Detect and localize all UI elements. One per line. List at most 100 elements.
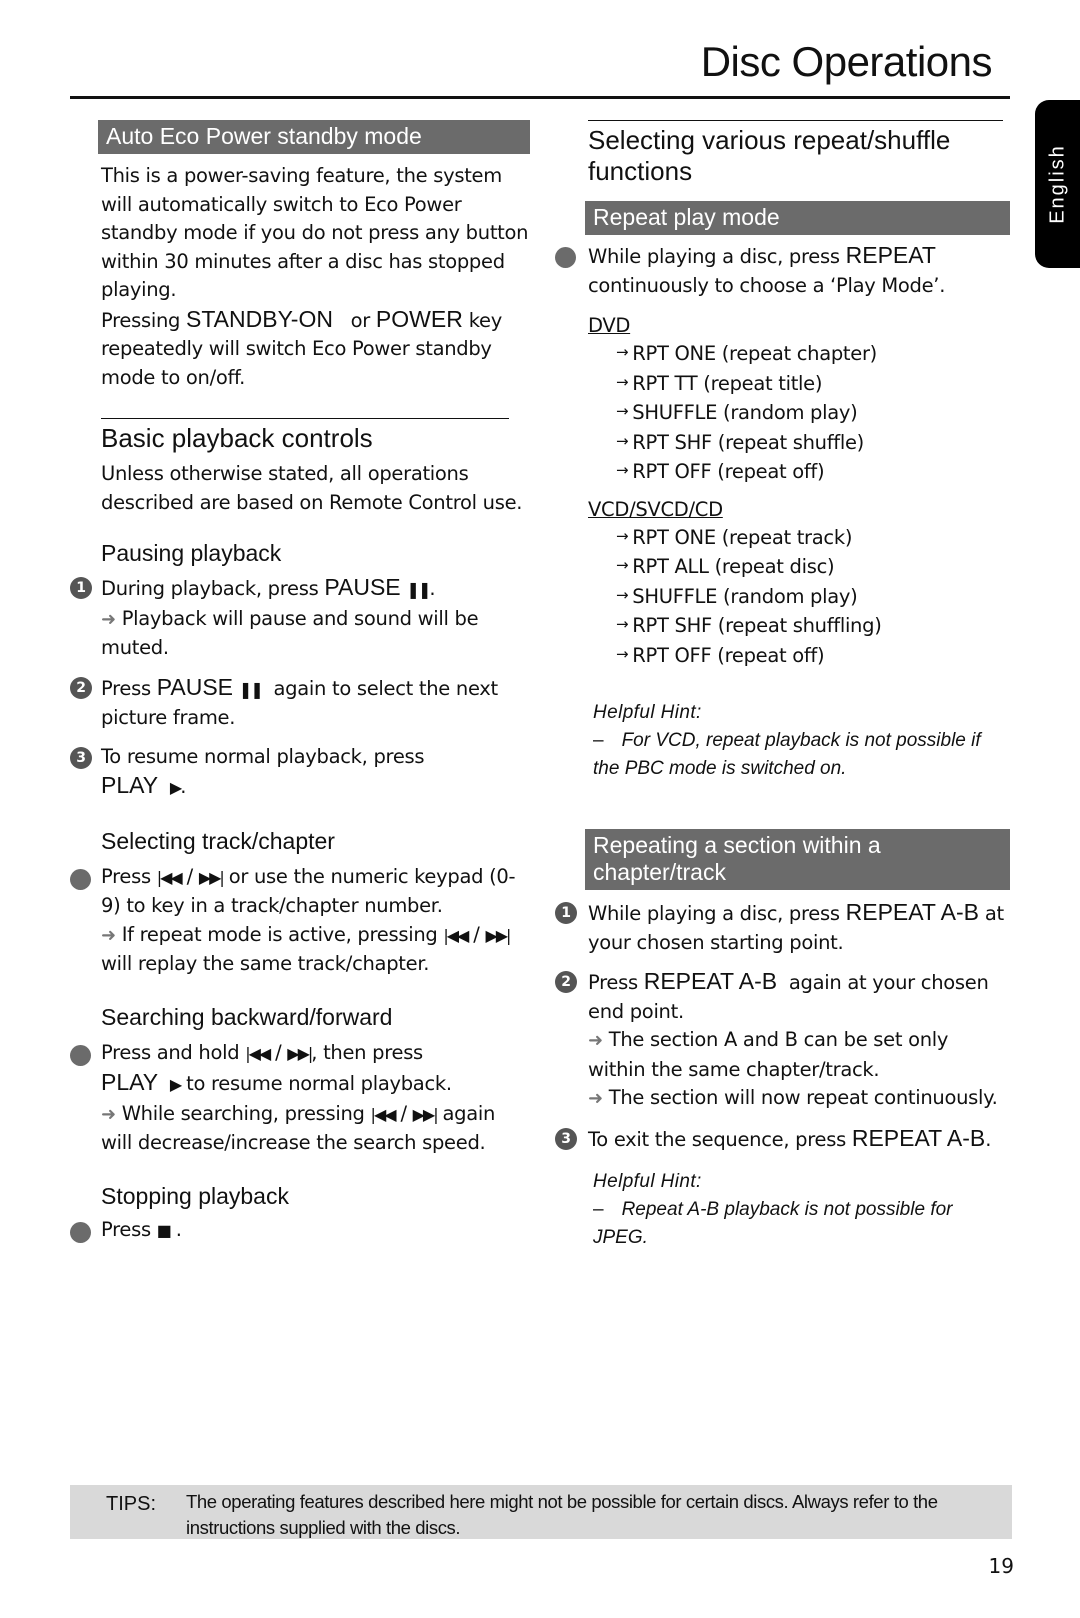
standby-on-key: STANDBY-ON xyxy=(185,305,333,332)
pause-icon: ❚❚ xyxy=(406,580,432,599)
text: To resume normal playback, press xyxy=(101,744,425,768)
text: To exit the sequence, press xyxy=(588,1127,852,1151)
page-title: Disc Operations xyxy=(700,38,993,85)
text: RPT ONE (repeat track) xyxy=(632,525,853,549)
arrow-icon: → xyxy=(616,343,629,361)
hint-text: – Repeat A-B playback is not possible for… xyxy=(593,1196,993,1252)
result-text: Playback will pause and sound will be mu… xyxy=(101,606,479,660)
hint-title: Helpful Hint: xyxy=(593,1171,702,1192)
mode-item: → SHUFFLE (random play) xyxy=(616,399,1010,429)
repeat-ab-key: REPEAT A-B xyxy=(845,899,979,925)
stopping-item: Press ■ . xyxy=(70,1216,530,1246)
helpful-hint-1: Helpful Hint: – For VCD, repeat playback … xyxy=(555,699,993,783)
play-key: PLAY xyxy=(101,772,159,798)
bullet-icon xyxy=(70,1044,91,1066)
repeat-item: While playing a disc, press REPEAT conti… xyxy=(555,241,1010,300)
arrow-icon: → xyxy=(616,526,629,545)
text: RPT SHF (repeat shuffle) xyxy=(632,430,864,454)
arrow-icon: → xyxy=(616,461,629,479)
text: RPT ALL (repeat disc) xyxy=(632,555,835,578)
text: While playing a disc, press xyxy=(588,902,846,925)
text: SHUFFLE (random play) xyxy=(632,584,858,608)
text: . xyxy=(175,1217,182,1241)
mode-item: → RPT TT (repeat title) xyxy=(616,370,1010,400)
tips-text: The operating features described here mi… xyxy=(186,1491,938,1538)
tips-label: TIPS: xyxy=(106,1493,157,1515)
repeat-key: REPEAT xyxy=(845,242,936,268)
result-arrow-icon: ➜ xyxy=(101,608,116,630)
step-number-2-icon: 2 xyxy=(555,971,577,993)
mode-item: → RPT OFF (repeat off) xyxy=(616,642,1010,672)
arrow-icon: → xyxy=(616,402,629,420)
text: , then press xyxy=(311,1040,423,1064)
repeat-ab-key: REPEAT A-B xyxy=(851,1124,986,1151)
text: continuously to choose a ‘Play Mode’. xyxy=(588,273,946,297)
step-number-1-icon: 1 xyxy=(555,902,577,924)
next-icon: ▶▶| xyxy=(412,1104,439,1124)
result-arrow-icon: ➜ xyxy=(588,1088,603,1109)
dvd-mode-list: → RPT ONE (repeat chapter) → RPT TT (repea… xyxy=(588,340,1010,488)
eco-power-description: This is a power-saving feature, the syst… xyxy=(70,162,530,392)
title-rule xyxy=(70,96,1010,99)
tips-box: TIPS: The operating features described h… xyxy=(70,1485,1012,1539)
stop-icon: ■ xyxy=(156,1220,172,1240)
basic-playback-intro: Unless otherwise stated, all operations … xyxy=(101,462,523,514)
text: While searching, pressing xyxy=(121,1101,371,1125)
next-icon: ▶▶| xyxy=(485,925,511,945)
pause-icon: ❚❚ xyxy=(238,679,264,699)
subheading-stopping: Stopping playback xyxy=(101,1182,289,1209)
language-tab: English xyxy=(1035,100,1080,268)
text: / xyxy=(467,922,486,946)
text: / xyxy=(394,1101,413,1125)
step-number-3-icon: 3 xyxy=(70,746,92,769)
text: . xyxy=(429,577,436,600)
bullet-icon xyxy=(555,247,576,268)
mode-item: → SHUFFLE (random play) xyxy=(616,583,1010,613)
arrow-icon: → xyxy=(616,556,629,574)
result-arrow-icon: ➜ xyxy=(588,1030,603,1051)
helpful-hint-2: Helpful Hint: – Repeat A-B playback is no… xyxy=(555,1168,993,1252)
previous-icon: |◀◀ xyxy=(370,1104,397,1124)
vcd-label: VCD/SVCD/CD xyxy=(588,497,723,521)
text: RPT OFF (repeat off) xyxy=(632,460,825,483)
text: Repeat A-B playback is not possible for … xyxy=(593,1199,953,1248)
ab-step-2: 2 Press REPEAT A-B again at your chosen … xyxy=(555,967,1010,1114)
step-number-3-icon: 3 xyxy=(555,1127,577,1150)
left-column: Auto Eco Power standby mode This is a po… xyxy=(70,120,530,1245)
mode-item: → RPT ALL (repeat disc) xyxy=(616,553,1010,583)
section-heading-basic-playback: Basic playback controls xyxy=(101,418,509,454)
ab-step-1: 1 While playing a disc, press REPEAT A-B… xyxy=(555,898,1010,957)
text: to resume normal playback. xyxy=(180,1072,452,1095)
subheading-searching: Searching backward/forward xyxy=(101,1003,393,1030)
arrow-icon: → xyxy=(616,644,629,663)
arrow-icon: → xyxy=(616,372,629,391)
hint-text: – For VCD, repeat playback is not possibl… xyxy=(593,727,993,783)
text: If repeat mode is active, pressing xyxy=(121,922,444,946)
play-key: PLAY xyxy=(101,1069,159,1095)
play-icon: ▶ xyxy=(169,778,182,797)
text: SHUFFLE (random play) xyxy=(632,401,858,424)
text: RPT ONE (repeat chapter) xyxy=(632,342,877,365)
subheading-pausing: Pausing playback xyxy=(101,540,282,566)
text: RPT SHF (repeat shuffling) xyxy=(632,614,882,637)
pausing-steps: 1 During playback, press PAUSE ❚❚. ➜ Pla… xyxy=(70,573,530,803)
mode-item: → RPT ONE (repeat track) xyxy=(616,524,1010,554)
result-text: The section A and B can be set only with… xyxy=(588,1028,949,1081)
text: Pressing xyxy=(101,308,186,332)
eco-para-1: This is a power-saving feature, the syst… xyxy=(101,164,529,301)
power-key: POWER xyxy=(375,305,463,332)
dvd-modes: DVD → RPT ONE (repeat chapter) → RPT TT (r… xyxy=(555,312,1010,671)
text: Press and hold xyxy=(101,1040,246,1064)
text: . xyxy=(180,775,187,798)
pausing-step-3: 3 To resume normal playback, press PLAY … xyxy=(70,743,530,803)
vcd-mode-list: → RPT ONE (repeat track) → RPT ALL (repeat… xyxy=(588,524,1010,672)
text: Press xyxy=(101,1217,157,1241)
text: / xyxy=(269,1040,288,1064)
text: RPT TT (repeat title) xyxy=(632,371,823,395)
text: Press xyxy=(588,971,644,994)
text: RPT OFF (repeat off) xyxy=(632,643,825,667)
text: / xyxy=(180,864,199,888)
text: or xyxy=(332,308,376,332)
pause-key: PAUSE xyxy=(156,673,234,700)
mode-item: → RPT ONE (repeat chapter) xyxy=(616,340,1010,370)
